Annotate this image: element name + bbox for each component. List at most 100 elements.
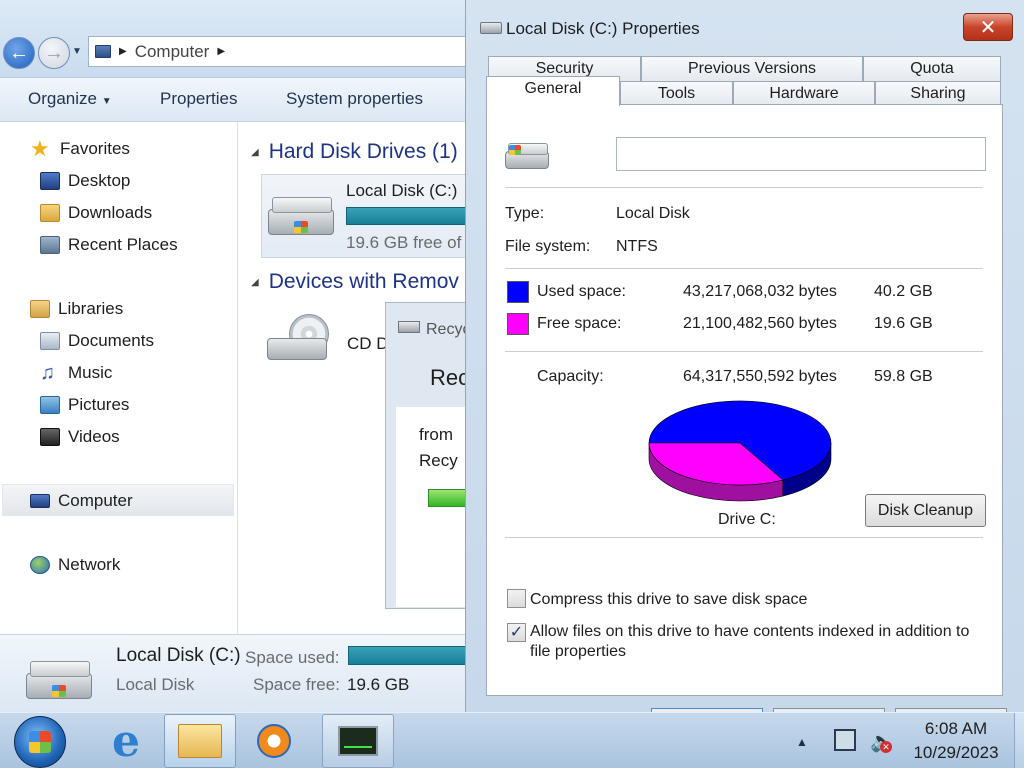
- system-clock[interactable]: 6:08 AM 10/29/2023: [900, 717, 1012, 765]
- pictures-icon: [40, 396, 60, 414]
- hard-drive-icon: [268, 195, 338, 239]
- tab-general[interactable]: General: [486, 76, 620, 106]
- used-space-color-swatch: [507, 281, 529, 303]
- free-space-size: 19.6 GB: [874, 315, 933, 332]
- address-input[interactable]: ▶ Computer ▶: [88, 36, 488, 67]
- nav-label: Recent Places: [68, 235, 178, 254]
- star-icon: ★: [30, 136, 50, 161]
- tab-previous-versions[interactable]: Previous Versions: [641, 56, 863, 82]
- compress-label[interactable]: Compress this drive to save disk space: [530, 591, 807, 609]
- nav-item-recent-places[interactable]: Recent Places: [40, 230, 178, 260]
- free-space-label: Free space:: [537, 315, 622, 332]
- taskbar-task-manager[interactable]: [322, 714, 394, 768]
- file-system-label: File system:: [505, 238, 591, 255]
- group-header-removable[interactable]: ◢ Devices with Remov: [251, 270, 459, 294]
- computer-icon: [30, 494, 50, 508]
- collapse-triangle-icon[interactable]: ◢: [251, 277, 259, 288]
- disk-cleanup-button[interactable]: Disk Cleanup: [865, 494, 986, 527]
- clock-date: 10/29/2023: [913, 743, 999, 762]
- network-tray-icon[interactable]: [834, 729, 856, 751]
- internet-explorer-icon: e: [112, 715, 140, 767]
- used-space-label: Used space:: [537, 283, 626, 300]
- file-system-value: NTFS: [616, 238, 658, 255]
- capacity-bytes: 64,317,550,592 bytes: [683, 368, 837, 385]
- nav-label: Libraries: [58, 299, 124, 318]
- capacity-label: Capacity:: [537, 368, 604, 385]
- nav-item-pictures[interactable]: Pictures: [40, 390, 129, 420]
- nav-label: Documents: [68, 331, 154, 350]
- compress-checkbox[interactable]: [507, 589, 526, 608]
- type-label: Type:: [505, 205, 545, 222]
- nav-item-network[interactable]: Network: [30, 550, 120, 580]
- folder-icon: [178, 724, 222, 758]
- recycle-from-text: from: [419, 425, 453, 444]
- forward-button[interactable]: →: [38, 37, 70, 69]
- cd-drive-icon[interactable]: [267, 314, 337, 374]
- tab-quota[interactable]: Quota: [863, 56, 1001, 82]
- free-space-color-swatch: [507, 313, 529, 335]
- drive-caption: Drive C:: [718, 511, 776, 528]
- breadcrumb-computer[interactable]: Computer: [135, 42, 210, 62]
- back-button[interactable]: ←: [3, 37, 35, 69]
- computer-icon: [95, 45, 111, 58]
- details-drive-name: Local Disk (C:): [116, 645, 241, 666]
- used-space-bytes: 43,217,068,032 bytes: [683, 283, 837, 300]
- nav-label: Desktop: [68, 171, 131, 190]
- muted-badge-icon: ✕: [880, 741, 892, 753]
- show-desktop-button[interactable]: [1014, 713, 1024, 768]
- organize-menu[interactable]: Organize ▼: [28, 89, 112, 109]
- nav-item-downloads[interactable]: Downloads: [40, 198, 152, 228]
- nav-item-libraries[interactable]: Libraries: [30, 294, 123, 324]
- libraries-icon: [30, 300, 50, 318]
- type-value: Local Disk: [616, 205, 690, 222]
- nav-item-videos[interactable]: Videos: [40, 422, 120, 452]
- group-header-hard-disk-drives[interactable]: ◢ Hard Disk Drives (1): [251, 140, 458, 164]
- capacity-size: 59.8 GB: [874, 368, 933, 385]
- volume-label-input[interactable]: [616, 137, 986, 171]
- start-button[interactable]: [14, 716, 66, 768]
- index-label-line2[interactable]: file properties: [530, 643, 626, 661]
- nav-label: Music: [68, 363, 113, 382]
- drive-free-text: 19.6 GB free of: [346, 233, 462, 252]
- nav-label: Pictures: [68, 395, 130, 414]
- taskbar-internet-explorer[interactable]: e: [90, 714, 162, 768]
- recycle-dialog-title: Recyc: [426, 321, 471, 338]
- system-properties-button[interactable]: System properties: [286, 89, 423, 109]
- hard-drive-icon: [26, 659, 96, 703]
- history-dropdown-icon[interactable]: ▼: [72, 46, 82, 57]
- navigation-pane: ★ Favorites Desktop Downloads Recent Pla…: [0, 122, 238, 634]
- network-icon: [30, 556, 50, 574]
- desktop-icon: [40, 172, 60, 190]
- properties-dialog: Local Disk (C:) Properties ✕ Security Pr…: [465, 0, 1024, 714]
- used-space-size: 40.2 GB: [874, 283, 933, 300]
- windows-logo-icon: [29, 731, 51, 753]
- divider: [505, 351, 983, 352]
- group-header-label: Hard Disk Drives (1): [268, 140, 458, 163]
- nav-item-favorites[interactable]: ★ Favorites: [30, 134, 130, 164]
- nav-label: Videos: [68, 427, 120, 446]
- index-checkbox[interactable]: ✓: [507, 623, 526, 642]
- clock-time: 6:08 AM: [924, 719, 988, 738]
- collapse-triangle-icon[interactable]: ◢: [251, 147, 259, 158]
- recycle-target-text: Recy: [419, 451, 458, 470]
- group-header-label: Devices with Remov: [268, 270, 459, 293]
- chevron-right-icon[interactable]: ▶: [217, 46, 225, 57]
- nav-item-desktop[interactable]: Desktop: [40, 166, 130, 196]
- index-label-line1[interactable]: Allow files on this drive to have conten…: [530, 623, 969, 641]
- nav-item-computer[interactable]: Computer: [30, 486, 133, 516]
- taskbar-media-player[interactable]: [238, 714, 310, 768]
- taskbar-windows-explorer[interactable]: [164, 714, 236, 768]
- recycle-dialog-heading: Rec: [430, 365, 470, 390]
- nav-item-documents[interactable]: Documents: [40, 326, 154, 356]
- nav-label: Downloads: [68, 203, 153, 222]
- properties-button[interactable]: Properties: [160, 89, 237, 109]
- close-button[interactable]: ✕: [963, 13, 1013, 41]
- cd-drive-label[interactable]: CD D: [347, 334, 389, 354]
- details-space-free-value: 19.6 GB: [347, 675, 410, 694]
- chevron-down-icon: ▼: [101, 96, 112, 107]
- nav-item-music[interactable]: ♫ Music: [40, 358, 112, 388]
- recent-places-icon: [40, 236, 60, 254]
- chevron-right-icon[interactable]: ▶: [119, 46, 127, 57]
- task-manager-icon: [338, 726, 378, 756]
- show-hidden-icons-arrow[interactable]: ▲: [796, 735, 808, 749]
